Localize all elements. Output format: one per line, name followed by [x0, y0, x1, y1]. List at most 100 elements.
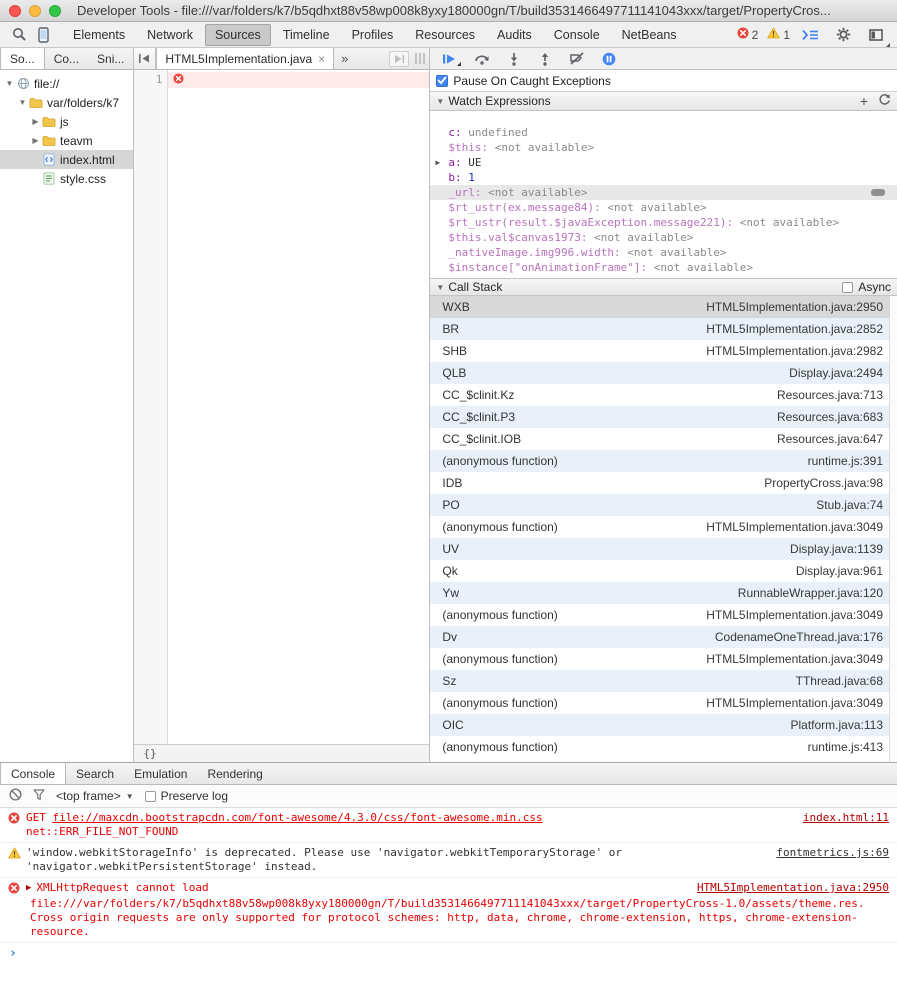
frame-location[interactable]: Display.java:2494 — [789, 366, 883, 380]
message-source-link[interactable]: fontmetrics.js:69 — [762, 846, 889, 860]
frame-location[interactable]: Resources.java:713 — [777, 388, 883, 402]
call-stack-frame[interactable]: QkDisplay.java:961 — [430, 560, 897, 582]
frame-selector-dropdown[interactable]: <top frame> ▼ — [56, 789, 134, 803]
call-stack-frame[interactable]: DvCodenameOneThread.java:176 — [430, 626, 897, 648]
sidebar-tab-content-scripts[interactable]: Co... — [45, 48, 88, 69]
message-source-link[interactable]: HTML5Implementation.java:2950 — [683, 881, 889, 895]
zoom-window-button[interactable] — [49, 5, 61, 17]
async-checkbox[interactable] — [842, 282, 853, 293]
tab-audits[interactable]: Audits — [487, 24, 542, 46]
call-stack-frame[interactable]: (anonymous function)HTML5Implementation.… — [430, 692, 897, 714]
call-stack-frame[interactable]: CC_$clinit.P3Resources.java:683 — [430, 406, 897, 428]
disclosure-closed-icon[interactable]: ▶ — [30, 136, 41, 145]
call-stack-frame[interactable]: (anonymous function)runtime.js:413 — [430, 736, 897, 758]
call-stack-frame[interactable]: UVDisplay.java:1139 — [430, 538, 897, 560]
frame-location[interactable]: Display.java:961 — [796, 564, 883, 578]
call-stack-frame[interactable]: SHBHTML5Implementation.java:2982 — [430, 340, 897, 362]
disclosure-closed-icon[interactable]: ▶ — [30, 117, 41, 126]
frame-location[interactable]: Resources.java:683 — [777, 410, 883, 424]
sidebar-tab-sources[interactable]: So... — [0, 48, 45, 69]
message-link[interactable]: file://maxcdn.bootstrapcdn.com/font-awes… — [53, 811, 543, 824]
drawer-tab-emulation[interactable]: Emulation — [124, 763, 197, 784]
step-out-icon[interactable] — [538, 52, 552, 66]
watch-expressions-header[interactable]: ▼ Watch Expressions + — [430, 92, 897, 111]
pretty-print-button[interactable]: {} — [143, 747, 156, 760]
deactivate-breakpoints-icon[interactable] — [569, 52, 585, 65]
close-window-button[interactable] — [9, 5, 21, 17]
step-over-icon[interactable] — [474, 52, 490, 65]
tab-timeline[interactable]: Timeline — [273, 24, 340, 46]
watch-expression[interactable]: _nativeImage.img996.width<not available> — [430, 245, 897, 260]
frame-location[interactable]: Display.java:1139 — [790, 542, 883, 556]
disclosure-open-icon[interactable]: ▼ — [17, 98, 28, 107]
tab-console[interactable]: Console — [544, 24, 610, 46]
frame-location[interactable]: HTML5Implementation.java:3049 — [706, 608, 883, 622]
call-stack-scrollbar[interactable] — [889, 296, 897, 762]
call-stack-frame[interactable]: (anonymous function)HTML5Implementation.… — [430, 648, 897, 670]
tree-item-style-css[interactable]: style.css — [0, 169, 133, 188]
watch-expression[interactable]: $instance["onAnimationFrame"]<not availa… — [430, 260, 897, 275]
minimize-window-button[interactable] — [29, 5, 41, 17]
watch-expression[interactable]: b1 — [430, 170, 897, 185]
frame-location[interactable]: Resources.java:647 — [777, 432, 883, 446]
frame-location[interactable]: Stub.java:74 — [816, 498, 883, 512]
frame-location[interactable]: CodenameOneThread.java:176 — [715, 630, 883, 644]
call-stack-frame[interactable]: IDBPropertyCross.java:98 — [430, 472, 897, 494]
tab-resources[interactable]: Resources — [405, 24, 485, 46]
call-stack-frame[interactable]: POStub.java:74 — [430, 494, 897, 516]
line-error-icon[interactable] — [173, 73, 184, 87]
tab-overflow-icon[interactable]: » — [334, 48, 355, 69]
call-stack-frame[interactable]: (anonymous function)HTML5Implementation.… — [430, 604, 897, 626]
drawer-tab-search[interactable]: Search — [66, 763, 124, 784]
watch-expression[interactable]: _url<not available> — [430, 185, 897, 200]
settings-gear-icon[interactable] — [832, 25, 854, 45]
tab-network[interactable]: Network — [137, 24, 203, 46]
warning-count-badge[interactable]: 1 — [767, 27, 790, 42]
delete-watch-icon[interactable] — [871, 189, 885, 196]
frame-location[interactable]: HTML5Implementation.java:2950 — [706, 300, 883, 314]
show-drawer-icon[interactable] — [799, 25, 821, 45]
call-stack-frame[interactable]: OICPlatform.java:113 — [430, 714, 897, 736]
call-stack-frame[interactable]: CC_$clinit.KzResources.java:713 — [430, 384, 897, 406]
hide-navigator-icon[interactable] — [134, 48, 156, 69]
pause-on-exceptions-icon[interactable] — [602, 52, 616, 66]
tree-item-var-folders-k7[interactable]: ▼var/folders/k7 — [0, 93, 133, 112]
frame-location[interactable]: HTML5Implementation.java:2852 — [706, 322, 883, 336]
editor-tab[interactable]: HTML5Implementation.java × — [156, 48, 334, 69]
watch-expression[interactable]: ▶aUE — [430, 155, 897, 170]
message-source-link[interactable]: index.html:11 — [789, 811, 889, 825]
preserve-log-toggle[interactable]: Preserve log — [145, 789, 228, 803]
frame-location[interactable]: RunnableWrapper.java:120 — [738, 586, 883, 600]
frame-location[interactable]: PropertyCross.java:98 — [764, 476, 883, 490]
pause-on-caught-checkbox[interactable] — [436, 75, 448, 87]
frame-location[interactable]: HTML5Implementation.java:2982 — [706, 344, 883, 358]
code-editor[interactable]: 1 — [134, 70, 429, 744]
call-stack-frame[interactable]: (anonymous function)runtime.js:391 — [430, 450, 897, 472]
tab-elements[interactable]: Elements — [63, 24, 135, 46]
watch-expression[interactable]: $this<not available> — [430, 140, 897, 155]
error-count-badge[interactable]: 2 — [737, 27, 759, 42]
call-stack-frame[interactable]: YwRunnableWrapper.java:120 — [430, 582, 897, 604]
console-prompt[interactable]: › — [0, 943, 897, 964]
inspect-element-icon[interactable] — [8, 25, 30, 45]
call-stack-frame[interactable]: CC_$clinit.IOBResources.java:647 — [430, 428, 897, 450]
frame-location[interactable]: Platform.java:113 — [791, 718, 884, 732]
watch-expression[interactable]: $rt_ustr(result.$javaException.message22… — [430, 215, 897, 230]
sidebar-tab-snippets[interactable]: Sni... — [88, 48, 133, 69]
tree-item-js[interactable]: ▶js — [0, 112, 133, 131]
device-mode-icon[interactable] — [32, 25, 54, 45]
close-tab-icon[interactable]: × — [318, 52, 325, 66]
tree-item-index-html[interactable]: index.html — [0, 150, 133, 169]
frame-location[interactable]: runtime.js:413 — [808, 740, 883, 754]
add-watch-icon[interactable]: + — [854, 94, 874, 108]
preserve-log-checkbox[interactable] — [145, 791, 156, 802]
call-stack-frame[interactable]: BRHTML5Implementation.java:2852 — [430, 318, 897, 340]
frame-location[interactable]: HTML5Implementation.java:3049 — [706, 652, 883, 666]
clear-console-icon[interactable] — [9, 788, 22, 804]
call-stack-header[interactable]: ▼ Call Stack Async — [430, 278, 897, 296]
frame-location[interactable]: runtime.js:391 — [808, 454, 883, 468]
drawer-tab-rendering[interactable]: Rendering — [197, 763, 272, 784]
frame-location[interactable]: HTML5Implementation.java:3049 — [706, 696, 883, 710]
frame-location[interactable]: TThread.java:68 — [796, 674, 883, 688]
watch-expression[interactable]: $rt_ustr(ex.message84)<not available> — [430, 200, 897, 215]
